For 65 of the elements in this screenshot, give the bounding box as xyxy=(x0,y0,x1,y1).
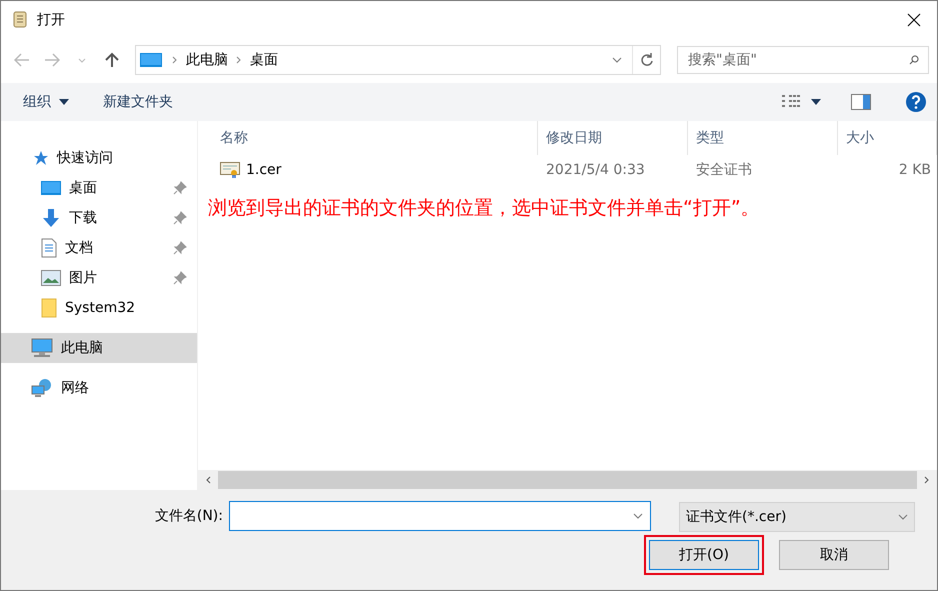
scroll-icon xyxy=(11,11,29,29)
caret-down-icon xyxy=(811,99,821,105)
new-folder-button[interactable]: 新建文件夹 xyxy=(103,93,173,111)
caret-down-icon xyxy=(59,99,69,105)
breadcrumb[interactable]: 此电脑 xyxy=(178,51,236,69)
sidebar-item[interactable]: System32 xyxy=(1,293,197,323)
certificate-icon xyxy=(220,161,240,179)
date-cell-text: 2021/5/4 0:33 xyxy=(545,161,646,180)
file-row[interactable]: 1.cer 2021/5/4 0:33 安全证书 2 KB xyxy=(198,155,937,185)
pin-icon[interactable] xyxy=(173,241,187,255)
search-field[interactable]: 搜索"桌面" xyxy=(677,46,929,74)
network-icon xyxy=(31,378,53,398)
column-header[interactable]: 名称 xyxy=(198,121,538,155)
document-icon xyxy=(41,238,57,258)
column-header[interactable]: 类型 xyxy=(688,121,838,155)
sidebar-item[interactable]: 文档 xyxy=(1,233,197,263)
file-name-field[interactable] xyxy=(229,501,651,531)
pin-icon[interactable] xyxy=(173,211,187,225)
help-icon xyxy=(905,91,927,113)
search-icon xyxy=(909,55,919,65)
instruction-text: 浏览到导出的证书的文件夹的位置，选中证书文件并单击“打开”。 xyxy=(207,196,761,221)
view-options-button[interactable] xyxy=(781,94,821,110)
sidebar-item[interactable]: 桌面 xyxy=(1,173,197,203)
picture-icon xyxy=(41,270,61,286)
type-cell-text: 安全证书 xyxy=(695,161,753,180)
chevron-right-icon xyxy=(924,476,930,484)
computer-icon xyxy=(31,338,53,358)
pane-icon xyxy=(851,94,871,110)
chevron-down-icon xyxy=(633,513,643,519)
size-cell-text: 2 KB xyxy=(898,161,932,180)
sidebar-item[interactable]: 图片 xyxy=(1,263,197,293)
down-arrow-icon xyxy=(41,208,61,228)
organize-menu[interactable]: 组织 xyxy=(23,93,69,111)
monitor-icon xyxy=(41,180,61,196)
chevron-right-icon xyxy=(172,56,178,64)
preview-pane-button[interactable] xyxy=(851,94,871,110)
breadcrumb[interactable]: 桌面 xyxy=(242,51,286,69)
chevron-down-icon xyxy=(612,57,622,63)
address-bar[interactable]: 此电脑 桌面 xyxy=(135,45,661,75)
sidebar-item[interactable]: 此电脑 xyxy=(1,333,197,363)
column-header[interactable]: 修改日期 xyxy=(538,121,688,155)
sidebar-item[interactable]: 快速访问 xyxy=(1,143,197,173)
file-name-label: 文件名(N): xyxy=(154,507,223,525)
pin-icon[interactable] xyxy=(173,271,187,285)
left-arrow-icon xyxy=(14,53,30,67)
help-button[interactable] xyxy=(905,91,927,113)
refresh-icon xyxy=(640,52,654,68)
window-title: 打开 xyxy=(37,11,66,29)
monitor-icon xyxy=(140,52,162,68)
pin-icon[interactable] xyxy=(173,181,187,195)
close-icon xyxy=(907,13,921,27)
dialog-button[interactable]: 取消 xyxy=(779,540,889,570)
column-header[interactable]: 大小 xyxy=(838,121,937,155)
sidebar-item[interactable]: 下载 xyxy=(1,203,197,233)
up-arrow-icon xyxy=(105,52,119,68)
file-name-cell: 1.cer xyxy=(198,155,538,185)
sidebar-item[interactable]: 网络 xyxy=(1,373,197,403)
chevron-left-icon xyxy=(205,476,211,484)
folder-icon xyxy=(41,298,57,318)
list-view-icon xyxy=(781,94,801,110)
file-type-dropdown[interactable]: 证书文件(*.cer) xyxy=(679,502,915,532)
chevron-down-icon xyxy=(898,514,908,520)
chevron-right-icon xyxy=(236,56,242,64)
chevron-down-icon xyxy=(78,58,86,62)
right-arrow-icon xyxy=(44,53,60,67)
